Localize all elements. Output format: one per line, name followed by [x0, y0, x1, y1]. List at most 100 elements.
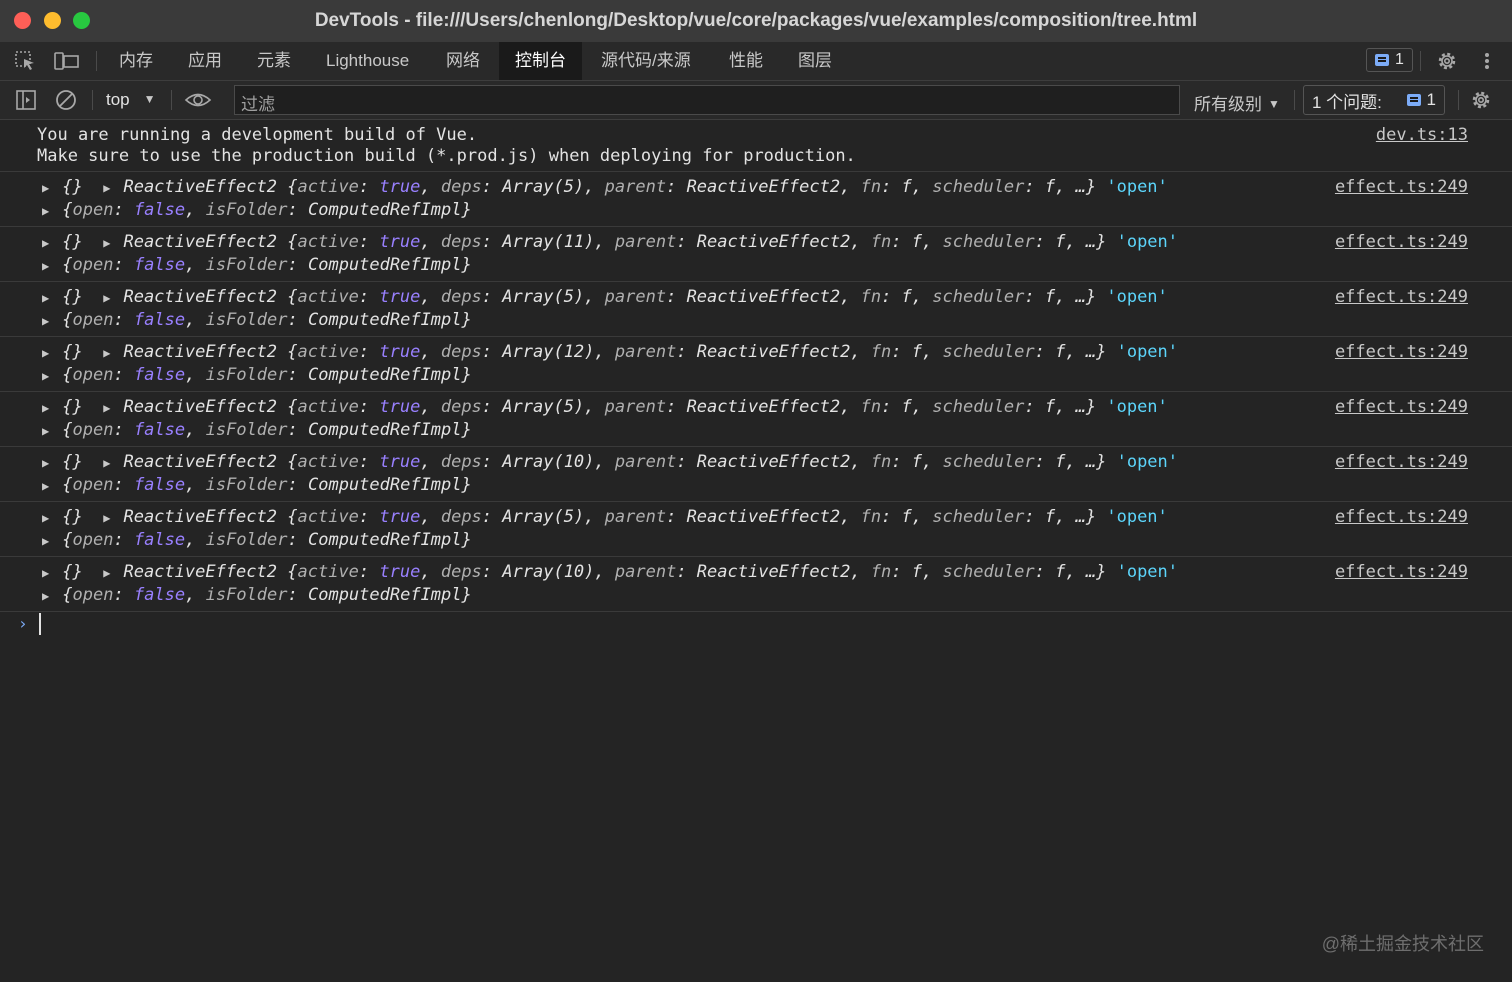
expand-triangle-icon[interactable]: ▶: [42, 346, 52, 360]
deps-value: Array(11): [502, 232, 595, 252]
tab-console[interactable]: 控制台: [499, 42, 582, 80]
expand-triangle-icon[interactable]: ▶: [103, 456, 113, 470]
log-line-1: ▶ {} ▶ ReactiveEffect2 {active: true, de…: [42, 562, 1179, 582]
deps-value: Array(5): [502, 397, 585, 417]
empty-object[interactable]: {}: [62, 562, 82, 582]
expand-triangle-icon[interactable]: ▶: [103, 511, 113, 525]
class-name[interactable]: ReactiveEffect2: [123, 562, 277, 582]
title-bar: DevTools - file:///Users/chenlong/Deskto…: [0, 0, 1512, 43]
empty-object[interactable]: {}: [62, 177, 82, 197]
expand-triangle-icon[interactable]: ▶: [103, 566, 113, 580]
context-label: top: [106, 90, 130, 109]
deps-value: Array(5): [502, 287, 585, 307]
expand-triangle-icon[interactable]: ▶: [42, 589, 52, 603]
window-title: DevTools - file:///Users/chenlong/Deskto…: [314, 10, 1198, 31]
source-link[interactable]: effect.ts:249: [1335, 452, 1468, 472]
tab-memory[interactable]: 内存: [109, 42, 163, 80]
context-selector[interactable]: top ▼: [106, 90, 156, 110]
source-link[interactable]: effect.ts:249: [1335, 562, 1468, 582]
expand-triangle-icon[interactable]: ▶: [42, 236, 52, 250]
string-value: 'open': [1106, 177, 1168, 197]
expand-triangle-icon[interactable]: ▶: [42, 204, 52, 218]
tab-layers[interactable]: 图层: [788, 42, 842, 80]
console-log-entry: ▶ {} ▶ ReactiveEffect2 {active: true, de…: [0, 227, 1512, 282]
source-link[interactable]: effect.ts:249: [1335, 507, 1468, 527]
console-settings-gear-icon[interactable]: [1470, 89, 1494, 111]
divider: [1458, 90, 1459, 110]
expand-triangle-icon[interactable]: ▶: [103, 181, 113, 195]
console-input-cursor[interactable]: [39, 613, 41, 635]
deps-value: Array(10): [502, 452, 595, 472]
deps-value: Array(12): [502, 342, 595, 362]
issues-button[interactable]: 1 个问题: 1: [1303, 85, 1445, 115]
tab-elements[interactable]: 元素: [247, 42, 301, 80]
string-value: 'open': [1116, 452, 1179, 472]
inspect-element-icon[interactable]: [14, 50, 38, 72]
console-filter-input[interactable]: 过滤: [234, 85, 1180, 115]
log-line-2: ▶ {open: false, isFolder: ComputedRefImp…: [42, 255, 472, 275]
expand-triangle-icon[interactable]: ▶: [42, 314, 52, 328]
expand-triangle-icon[interactable]: ▶: [42, 181, 52, 195]
string-value: 'open': [1116, 232, 1179, 252]
live-expression-eye-icon[interactable]: [184, 89, 212, 111]
source-link[interactable]: effect.ts:249: [1335, 177, 1468, 197]
class-name[interactable]: ReactiveEffect2: [123, 232, 277, 252]
log-line-1: ▶ {} ▶ ReactiveEffect2 {active: true, de…: [42, 232, 1179, 252]
expand-triangle-icon[interactable]: ▶: [42, 511, 52, 525]
log-line-1: ▶ {} ▶ ReactiveEffect2 {active: true, de…: [42, 452, 1179, 472]
issues-label: 1 个问题:: [1312, 92, 1382, 112]
device-toolbar-icon[interactable]: [54, 50, 79, 72]
expand-triangle-icon[interactable]: ▶: [42, 534, 52, 548]
expand-triangle-icon[interactable]: ▶: [103, 236, 113, 250]
messages-badge[interactable]: 1: [1366, 48, 1413, 72]
source-link[interactable]: effect.ts:249: [1335, 287, 1468, 307]
class-name[interactable]: ReactiveEffect2: [123, 177, 277, 197]
expand-triangle-icon[interactable]: ▶: [42, 456, 52, 470]
log-list: ▶ {} ▶ ReactiveEffect2 {active: true, de…: [0, 172, 1512, 612]
more-options-icon[interactable]: [1478, 50, 1496, 72]
expand-triangle-icon[interactable]: ▶: [103, 346, 113, 360]
source-link[interactable]: dev.ts:13: [1376, 125, 1468, 145]
expand-triangle-icon[interactable]: ▶: [42, 479, 52, 493]
class-name[interactable]: ReactiveEffect2: [123, 342, 277, 362]
expand-triangle-icon[interactable]: ▶: [42, 369, 52, 383]
tab-application[interactable]: 应用: [178, 42, 232, 80]
message-text: Make sure to use the production build (*…: [37, 146, 856, 166]
levels-label: 所有级别: [1194, 95, 1262, 114]
empty-object[interactable]: {}: [62, 287, 82, 307]
tab-sources[interactable]: 源代码/来源: [591, 42, 701, 80]
empty-object[interactable]: {}: [62, 232, 82, 252]
sidebar-toggle-icon[interactable]: [14, 89, 38, 111]
source-link[interactable]: effect.ts:249: [1335, 232, 1468, 252]
messages-count: 1: [1395, 51, 1404, 68]
class-name[interactable]: ReactiveEffect2: [123, 287, 277, 307]
empty-object[interactable]: {}: [62, 397, 82, 417]
class-name[interactable]: ReactiveEffect2: [123, 397, 277, 417]
dropdown-caret-icon: ▼: [1268, 97, 1280, 111]
settings-gear-icon[interactable]: [1436, 50, 1460, 72]
log-line-2: ▶ {open: false, isFolder: ComputedRefImp…: [42, 530, 472, 550]
tab-lighthouse[interactable]: Lighthouse: [316, 42, 419, 80]
expand-triangle-icon[interactable]: ▶: [42, 424, 52, 438]
empty-object[interactable]: {}: [62, 342, 82, 362]
expand-triangle-icon[interactable]: ▶: [103, 401, 113, 415]
source-link[interactable]: effect.ts:249: [1335, 342, 1468, 362]
expand-triangle-icon[interactable]: ▶: [42, 566, 52, 580]
empty-object[interactable]: {}: [62, 507, 82, 527]
source-link[interactable]: effect.ts:249: [1335, 397, 1468, 417]
deps-value: Array(10): [502, 562, 595, 582]
expand-triangle-icon[interactable]: ▶: [42, 259, 52, 273]
tab-network[interactable]: 网络: [436, 42, 490, 80]
console-log-entry: ▶ {} ▶ ReactiveEffect2 {active: true, de…: [0, 282, 1512, 337]
class-name[interactable]: ReactiveEffect2: [123, 452, 277, 472]
tab-performance[interactable]: 性能: [719, 42, 773, 80]
expand-triangle-icon[interactable]: ▶: [42, 291, 52, 305]
clear-console-icon[interactable]: [54, 89, 78, 111]
expand-triangle-icon[interactable]: ▶: [103, 291, 113, 305]
expand-triangle-icon[interactable]: ▶: [42, 401, 52, 415]
log-line-2: ▶ {open: false, isFolder: ComputedRefImp…: [42, 585, 472, 605]
class-name[interactable]: ReactiveEffect2: [123, 507, 277, 527]
issues-count: 1: [1426, 90, 1436, 109]
log-levels-dropdown[interactable]: 所有级别 ▼: [1194, 90, 1280, 115]
empty-object[interactable]: {}: [62, 452, 82, 472]
